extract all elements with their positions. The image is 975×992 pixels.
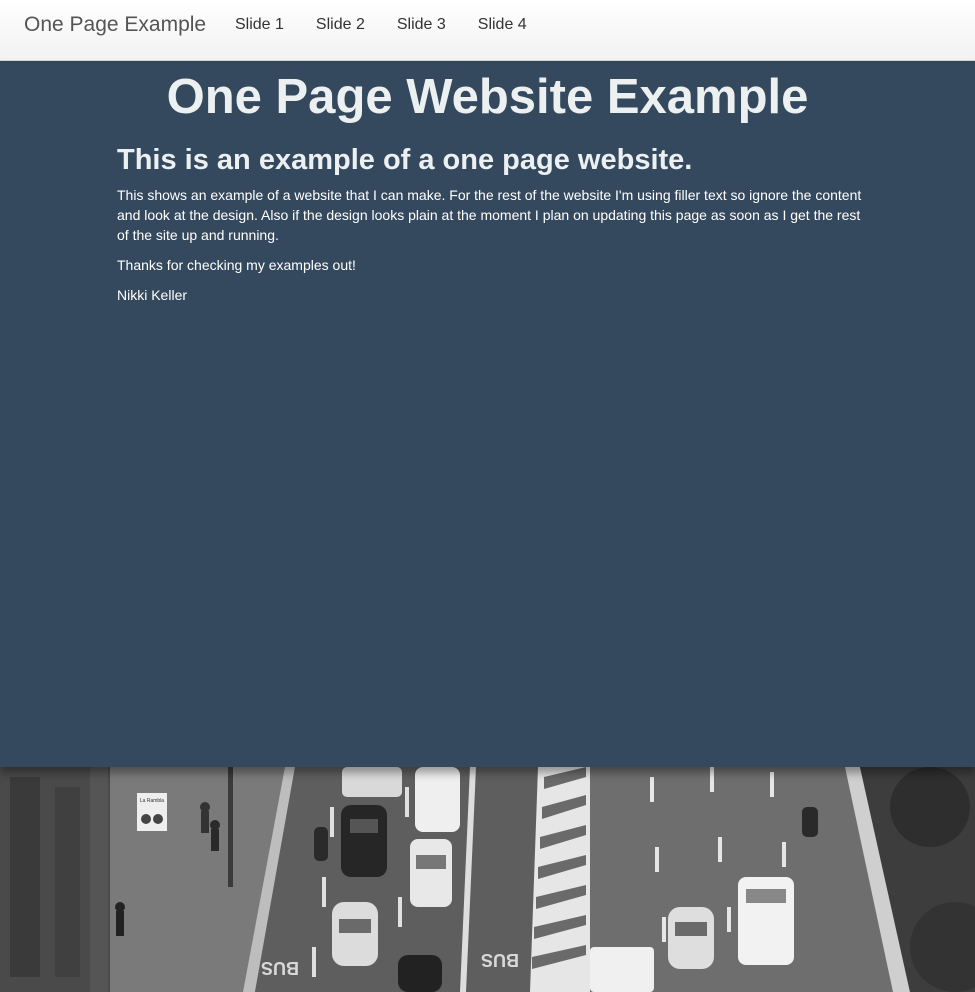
intro-content: This shows an example of a website that … xyxy=(117,185,862,315)
intro-paragraph: This shows an example of a website that … xyxy=(117,187,862,243)
svg-text:BUS: BUS xyxy=(481,950,519,970)
intro-section: One Page Website Example This is an exam… xyxy=(0,61,975,767)
bus-road-marking-left: BUS xyxy=(261,958,299,978)
nav-item-slide-1[interactable]: Slide 1 xyxy=(235,16,284,34)
svg-text:BUS: BUS xyxy=(261,958,299,978)
brand-link[interactable]: One Page Example xyxy=(24,13,206,37)
street-sign-text: La Rambla xyxy=(140,798,164,804)
nav-item-slide-4[interactable]: Slide 4 xyxy=(478,16,527,34)
street-photo-background: BUS BUS La Rambla xyxy=(0,767,975,992)
nav-item-slide-3[interactable]: Slide 3 xyxy=(397,16,446,34)
nav-menu: Slide 1 Slide 2 Slide 3 Slide 4 xyxy=(235,16,559,34)
section-heading: This is an example of a one page website… xyxy=(117,144,693,176)
nav-item-slide-2[interactable]: Slide 2 xyxy=(316,16,365,34)
author-signature: Nikki Keller xyxy=(117,287,188,303)
top-navbar: One Page Example Slide 1 Slide 2 Slide 3… xyxy=(0,0,975,61)
page-title: One Page Website Example xyxy=(166,70,809,124)
bus-road-marking-right: BUS xyxy=(481,950,519,970)
thanks-paragraph: Thanks for checking my examples out! xyxy=(117,257,356,273)
